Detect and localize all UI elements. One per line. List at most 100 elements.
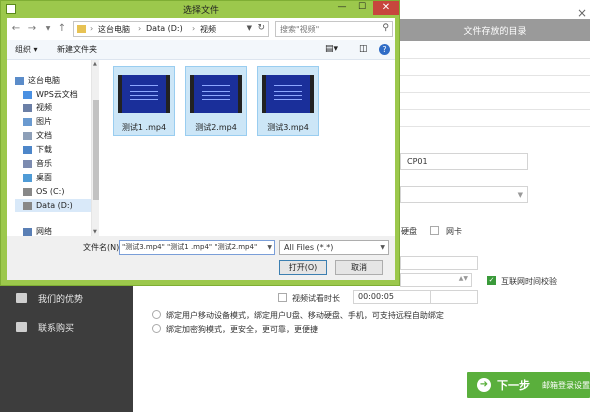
video-preview-label: 视频试看时长 xyxy=(292,294,340,303)
tree-item-label: 图片 xyxy=(36,117,52,126)
forward-arrow-icon[interactable]: → xyxy=(25,22,39,36)
table-row[interactable] xyxy=(400,59,590,76)
file-item[interactable]: 测试2.mp4 xyxy=(185,66,247,136)
next-step-sublabel: 邮箱登录设置 xyxy=(542,380,590,390)
dongle-mode-label: 绑定加密狗模式，更安全，更可靠，更便捷 xyxy=(166,325,318,334)
refresh-icon[interactable]: ↻ xyxy=(257,23,265,33)
dongle-mode-radio[interactable] xyxy=(152,324,161,333)
organize-menu[interactable]: 组织 ▾ xyxy=(15,44,38,55)
mobile-mode-radio[interactable] xyxy=(152,310,161,319)
tree-item[interactable]: 视频 xyxy=(15,101,95,114)
help-icon[interactable]: ? xyxy=(379,44,390,55)
video-thumbnail-icon xyxy=(190,75,242,113)
dialog-toolbar: 组织 ▾ 新建文件夹 ▤▾ ◫ ? xyxy=(7,40,395,60)
net-time-checkbox[interactable]: ✓ xyxy=(487,276,496,285)
sidebar: 我们的优势 联系购买 xyxy=(0,276,133,412)
picture-folder-icon xyxy=(23,117,32,126)
chevron-down-icon: ▲▼ xyxy=(458,275,468,282)
sidebar-item-advantages[interactable]: 我们的优势 xyxy=(16,288,83,308)
network-icon xyxy=(23,227,32,236)
filename-label: 文件名(N): xyxy=(83,243,122,252)
tree-item[interactable]: 下载 xyxy=(15,143,95,156)
back-arrow-icon[interactable]: ← xyxy=(9,22,23,36)
maximize-button[interactable]: ☐ xyxy=(355,2,369,14)
up-arrow-icon[interactable]: ↑ xyxy=(55,22,69,36)
open-button[interactable]: 打开(O) xyxy=(279,260,327,275)
file-type-select[interactable]: All Files (*.*) ▼ xyxy=(279,240,389,255)
dialog-body: 这台电脑 WPS云文档 视频 图片 文档 下载 音乐 桌面 OS (C:) Data (D:) 网络… xyxy=(7,60,395,236)
tree-item-label: 这台电脑 xyxy=(28,76,60,85)
tree-item[interactable]: Data (D:) xyxy=(15,199,95,212)
cancel-button[interactable]: 取消 xyxy=(335,260,383,275)
breadcrumb-item[interactable]: 这台电脑 xyxy=(98,24,130,35)
table-row[interactable] xyxy=(400,42,590,59)
new-folder-button[interactable]: 新建文件夹 xyxy=(57,44,97,55)
minimize-button[interactable]: — xyxy=(335,2,349,14)
breadcrumb-item[interactable]: Data (D:) xyxy=(146,24,183,33)
tree-item[interactable]: 音乐 xyxy=(15,157,95,170)
netcard-checkbox-label: 网卡 xyxy=(446,227,462,236)
tree-item[interactable]: 桌面 xyxy=(15,171,95,184)
file-item[interactable]: 测试1 .mp4 xyxy=(113,66,175,136)
dialog-close-button[interactable]: ✕ xyxy=(373,1,399,15)
address-bar[interactable]: › 这台电脑 › Data (D:) › 视频 ▼ ↻ xyxy=(73,21,269,37)
thumbnail-line xyxy=(130,85,158,86)
breadcrumb-item[interactable]: 视频 xyxy=(200,24,216,35)
chevron-down-icon[interactable]: ▼ xyxy=(267,241,272,254)
video-preview-checkbox[interactable] xyxy=(278,293,287,302)
star-icon xyxy=(16,293,27,303)
view-options-icon[interactable]: ▤▾ xyxy=(325,44,338,54)
tree-item-label: 桌面 xyxy=(36,173,52,182)
arrow-right-icon: ➜ xyxy=(477,378,491,392)
preview-pane-icon[interactable]: ◫ xyxy=(359,44,368,54)
thumbnail-line xyxy=(130,91,158,92)
breadcrumb-separator: › xyxy=(138,24,142,33)
scroll-down-icon[interactable]: ▼ xyxy=(93,229,97,235)
tree-item[interactable]: OS (C:) xyxy=(15,185,95,198)
navigation-bar: ← → ▼ ↑ › 这台电脑 › Data (D:) › 视频 ▼ ↻ 搜索"视… xyxy=(7,18,395,40)
download-folder-icon xyxy=(23,145,32,154)
table-row[interactable] xyxy=(400,93,590,110)
breadcrumb-separator: › xyxy=(192,24,196,33)
tree-item[interactable]: 文档 xyxy=(15,129,95,142)
tree-item[interactable]: 图片 xyxy=(15,115,95,128)
tree-item-label: 视频 xyxy=(36,103,52,112)
table-row[interactable] xyxy=(400,76,590,93)
sidebar-item-contact[interactable]: 联系购买 xyxy=(16,317,74,337)
select-input[interactable]: ▲▼ xyxy=(400,273,472,287)
option-select[interactable]: ▼ xyxy=(400,186,528,203)
file-list: 测试1 .mp4 测试2.mp4 测试3.mp4 xyxy=(99,60,395,236)
filename-value: "测试3.mp4" "测试1 .mp4" "测试2.mp4" xyxy=(122,243,258,251)
filename-input[interactable]: "测试3.mp4" "测试1 .mp4" "测试2.mp4" ▼ xyxy=(119,240,275,255)
next-step-button[interactable]: ➜ 下一步 邮箱登录设置 xyxy=(467,372,590,398)
tree-item[interactable]: 这台电脑 xyxy=(15,74,95,87)
thumbnail-line xyxy=(130,95,158,96)
tree-scrollbar[interactable]: ▲ ▼ xyxy=(91,60,99,236)
video-thumbnail-icon xyxy=(262,75,314,113)
cart-icon xyxy=(16,322,27,332)
sidebar-item-label: 联系购买 xyxy=(38,323,75,334)
thumbnail-line xyxy=(202,99,230,100)
drive-icon xyxy=(23,201,32,210)
chevron-down-icon: ▼ xyxy=(517,191,523,199)
table-row[interactable] xyxy=(400,110,590,127)
drive-icon xyxy=(23,187,32,196)
scroll-up-icon[interactable]: ▲ xyxy=(93,61,97,67)
thumbnail-line xyxy=(202,95,230,96)
sidebar-item-label: 我们的优势 xyxy=(38,294,84,305)
chevron-down-icon[interactable]: ▼ xyxy=(247,24,252,32)
app-close-button[interactable]: × xyxy=(575,6,589,20)
recent-dropdown-icon[interactable]: ▼ xyxy=(41,22,55,36)
search-placeholder: 搜索"视频" xyxy=(280,25,320,34)
text-input[interactable] xyxy=(400,256,478,270)
file-name: 测试3.mp4 xyxy=(267,123,309,132)
file-name: 测试1 .mp4 xyxy=(121,123,167,132)
file-item[interactable]: 测试3.mp4 xyxy=(257,66,319,136)
netcard-checkbox[interactable] xyxy=(430,226,439,235)
video-preview-input[interactable]: 00:00:05 xyxy=(353,290,431,304)
device-prefix-input[interactable]: CP01 xyxy=(400,153,528,170)
search-input[interactable]: 搜索"视频" ⚲ xyxy=(275,21,393,37)
tree-item[interactable]: WPS云文档 xyxy=(15,88,95,101)
desktop-folder-icon xyxy=(23,173,32,182)
tree-item-label: WPS云文档 xyxy=(36,90,78,99)
